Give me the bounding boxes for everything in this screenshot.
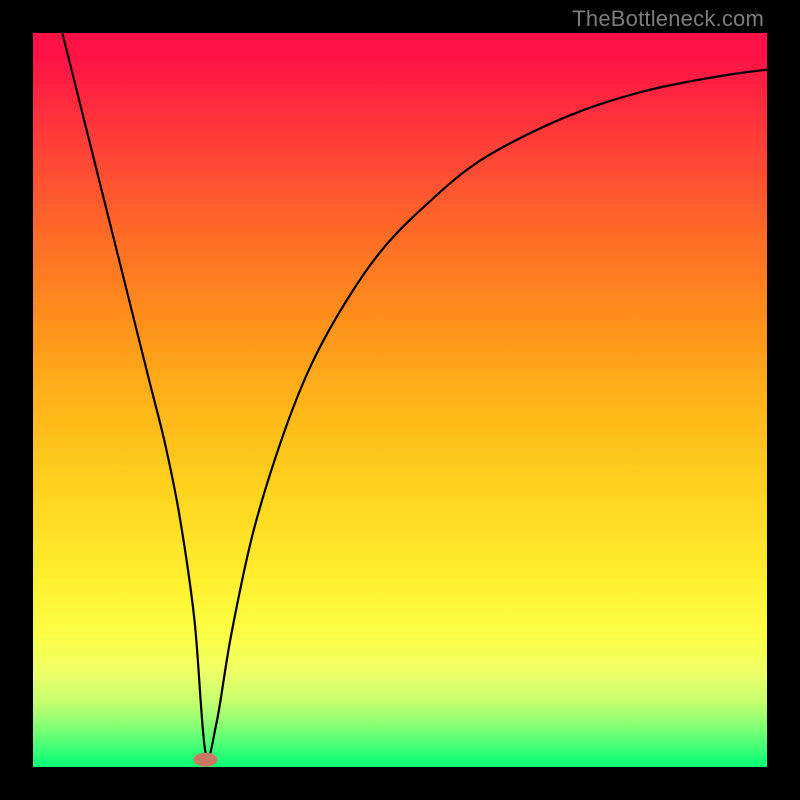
watermark-text: TheBottleneck.com	[572, 6, 764, 32]
plot-svg	[33, 33, 767, 767]
plot-area	[33, 33, 767, 767]
bottleneck-curve	[62, 33, 767, 758]
chart-frame: TheBottleneck.com	[0, 0, 800, 800]
min-point-marker	[193, 753, 217, 767]
